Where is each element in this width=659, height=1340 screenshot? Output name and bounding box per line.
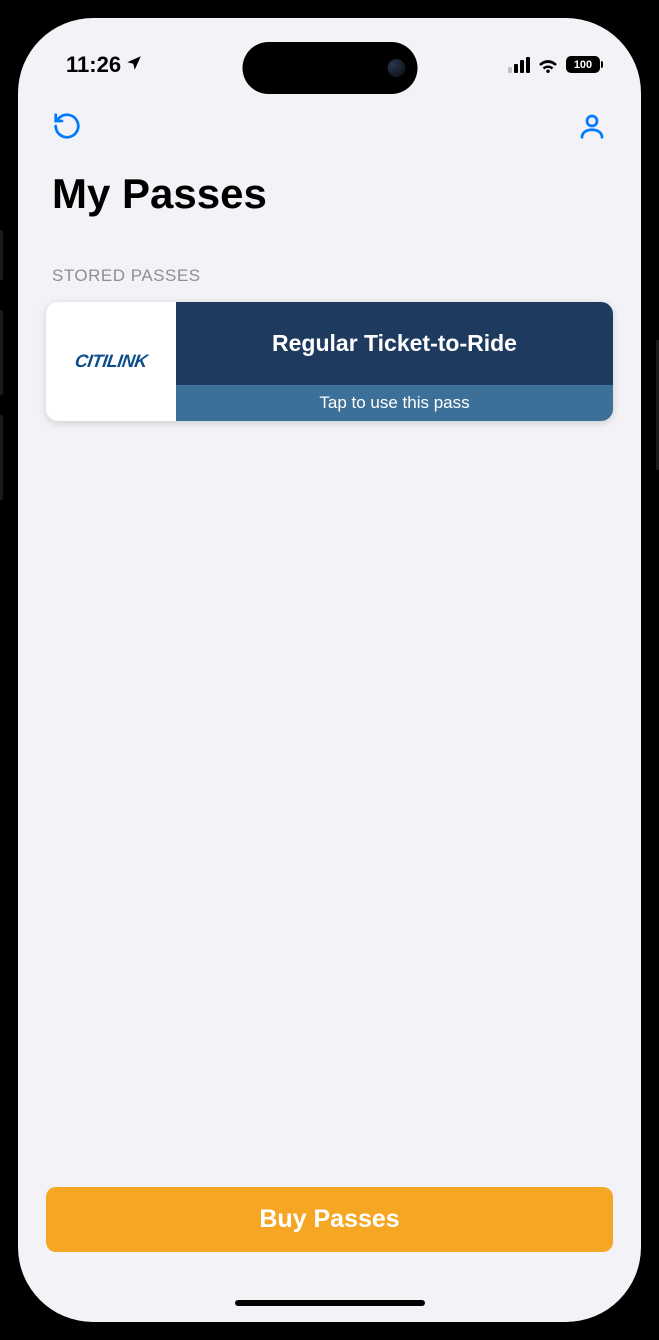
phone-frame: 11:26 100 <box>0 0 659 1340</box>
status-right: 100 <box>508 56 603 73</box>
section-header: STORED PASSES <box>46 266 613 286</box>
location-arrow-icon <box>125 52 143 78</box>
dynamic-island <box>242 42 417 94</box>
status-left: 11:26 <box>66 52 143 78</box>
app-content: My Passes STORED PASSES CITILINK Regular… <box>18 93 641 1322</box>
pass-main: Regular Ticket-to-Ride <box>176 302 613 385</box>
mute-switch <box>0 230 3 280</box>
volume-up-button <box>0 310 3 395</box>
front-camera-icon <box>387 59 405 77</box>
pass-title: Regular Ticket-to-Ride <box>196 330 593 357</box>
pass-body: Regular Ticket-to-Ride Tap to use this p… <box>176 302 613 421</box>
buy-passes-button[interactable]: Buy Passes <box>46 1187 613 1252</box>
pass-hint: Tap to use this pass <box>184 393 605 413</box>
home-indicator[interactable] <box>235 1300 425 1306</box>
screen: 11:26 100 <box>18 18 641 1322</box>
pass-provider-logo: CITILINK <box>46 302 176 421</box>
provider-logo-text: CITILINK <box>74 351 149 372</box>
page-title: My Passes <box>46 170 613 218</box>
status-time: 11:26 <box>66 52 121 78</box>
battery-level: 100 <box>574 59 592 71</box>
pass-card[interactable]: CITILINK Regular Ticket-to-Ride Tap to u… <box>46 302 613 421</box>
pass-footer: Tap to use this pass <box>176 385 613 421</box>
cellular-signal-icon <box>508 57 530 73</box>
nav-bar <box>46 93 613 158</box>
refresh-button[interactable] <box>52 111 82 146</box>
volume-down-button <box>0 415 3 500</box>
wifi-icon <box>537 57 559 73</box>
battery-icon: 100 <box>566 56 603 73</box>
profile-button[interactable] <box>577 111 607 146</box>
